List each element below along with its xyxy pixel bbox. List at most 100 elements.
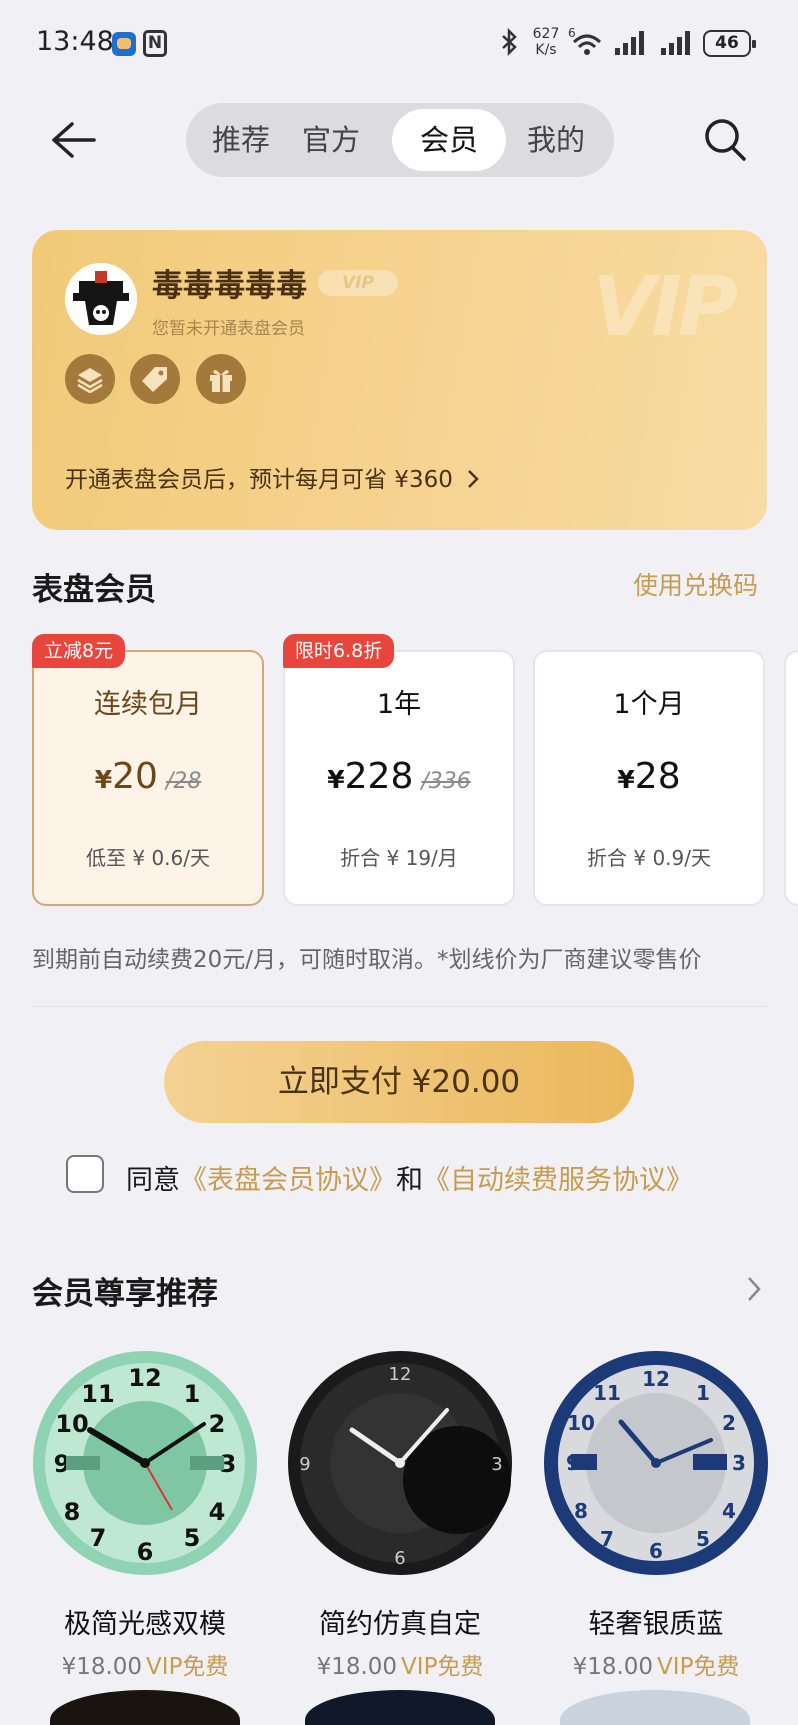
tab-official[interactable]: 官方 (286, 109, 376, 171)
plan-promo-badge: 限时6.8折 (283, 634, 395, 668)
watch-face-name: 简约仿真自定 (319, 1609, 481, 1640)
agreement-text: 同意《表盘会员协议》和《自动续费服务协议》 (126, 1158, 693, 1197)
svg-text:3: 3 (732, 1451, 746, 1475)
svg-text:6: 6 (568, 26, 576, 40)
category-tabs: 推荐 官方 会员 我的 (186, 103, 614, 177)
watch-face-item[interactable]: 12 3 6 9 1 2 11 10 4578 极简光感双模 ¥18.00 VIP免费 (32, 1350, 258, 1681)
chevron-right-icon[interactable] (745, 1274, 763, 1304)
svg-text:1: 1 (184, 1380, 201, 1408)
divider (32, 1006, 767, 1007)
svg-text:12: 12 (128, 1364, 161, 1392)
wifi-icon: 6 (568, 26, 606, 62)
agreement-conjunction: 和 (396, 1165, 423, 1196)
svg-text:7: 7 (90, 1524, 107, 1552)
watch-face-item-partial[interactable] (305, 1690, 495, 1725)
watch-face-item-partial[interactable] (50, 1690, 240, 1725)
network-speed-unit: K/s (535, 42, 557, 58)
svg-text:12: 12 (642, 1367, 670, 1391)
tag-icon[interactable] (130, 354, 180, 404)
savings-text: 开通表盘会员后，预计每月可省 ¥360 (65, 467, 453, 493)
network-speed-value: 627 (532, 26, 560, 42)
svg-text:9: 9 (299, 1454, 310, 1475)
plan-price: ¥20/28 (34, 756, 262, 797)
svg-text:2: 2 (722, 1411, 736, 1435)
watch-face-preview: 12369 121110 4578 (544, 1351, 768, 1575)
plan-name: 连续包月 (94, 689, 202, 720)
svg-text:8: 8 (574, 1499, 588, 1523)
back-arrow-icon[interactable] (48, 112, 98, 168)
watch-face-preview: 12369 121110 4578 (33, 1351, 257, 1575)
plan-price: ¥28 (535, 756, 763, 797)
svg-text:11: 11 (593, 1381, 621, 1405)
watch-face-price: ¥18.00 VIP免费 (287, 1647, 513, 1681)
search-icon[interactable] (700, 114, 750, 166)
gift-icon[interactable] (196, 354, 246, 404)
savings-link[interactable]: 开通表盘会员后，预计每月可省 ¥360 (65, 460, 480, 494)
username: 毒毒毒毒毒 (152, 268, 307, 304)
tab-recommended[interactable]: 推荐 (196, 109, 286, 171)
plan-card-yearly[interactable]: 限时6.8折 1年 ¥228/336 折合 ¥ 19/月 (283, 634, 515, 906)
price-value: ¥18.00 (61, 1654, 143, 1680)
tab-membership[interactable]: 会员 (392, 109, 506, 171)
svg-text:12: 12 (389, 1364, 412, 1385)
plan-price-value: 228 (344, 756, 414, 797)
watch-face-name: 轻奢银质蓝 (588, 1609, 724, 1640)
layers-icon[interactable] (65, 354, 115, 404)
chevron-right-icon (468, 470, 479, 488)
svg-text:7: 7 (600, 1527, 614, 1551)
signal-icon (660, 30, 694, 60)
svg-text:4: 4 (722, 1499, 736, 1523)
plan-original-price: /336 (421, 769, 471, 794)
plan-card-monthly-auto[interactable]: 立减8元 连续包月 ¥20/28 低至 ¥ 0.6/天 (32, 634, 264, 906)
currency-symbol: ¥ (617, 765, 635, 794)
pay-now-button[interactable]: 立即支付 ¥20.00 (164, 1041, 634, 1123)
watch-face-item[interactable]: 12 3 6 9 简约仿真自定 ¥18.00 VIP免费 (287, 1350, 513, 1681)
currency-symbol: ¥ (94, 765, 113, 794)
plan-original-price: /28 (165, 769, 202, 794)
avatar[interactable] (65, 263, 137, 335)
agreement-checkbox[interactable] (66, 1155, 104, 1193)
svg-text:1: 1 (696, 1381, 710, 1405)
membership-section-title: 表盘会员 (32, 572, 156, 608)
svg-text:5: 5 (184, 1524, 201, 1552)
status-time: 13:48 (36, 26, 114, 57)
battery-indicator: 46 (703, 30, 756, 57)
watch-face-item[interactable]: 12369 121110 4578 轻奢银质蓝 ¥18.00VIP免费 (543, 1350, 769, 1681)
svg-text:6: 6 (137, 1538, 154, 1566)
signal-icon (614, 30, 648, 60)
network-speed: 627 K/s (529, 26, 563, 58)
svg-text:10: 10 (567, 1411, 595, 1435)
plan-card-partial[interactable] (784, 650, 798, 906)
plan-card-one-month[interactable]: 1个月 ¥28 折合 ¥ 0.9/天 (533, 650, 765, 906)
nfc-icon: N (143, 30, 167, 57)
membership-agreement-link[interactable]: 《表盘会员协议》 (180, 1165, 396, 1196)
recommend-section-title: 会员尊享推荐 (32, 1276, 218, 1312)
svg-text:5: 5 (696, 1527, 710, 1551)
plan-name: 1个月 (613, 689, 685, 720)
vip-free-label: VIP免费 (146, 1654, 229, 1680)
vip-watermark: VIP (592, 260, 738, 355)
svg-text:8: 8 (64, 1498, 81, 1526)
plan-price-value: 20 (112, 756, 158, 797)
bluetooth-icon (500, 27, 520, 63)
tab-mine[interactable]: 我的 (506, 109, 606, 171)
watch-face-price: ¥18.00 VIP免费 (32, 1647, 258, 1681)
watch-face-item-partial[interactable] (560, 1690, 750, 1725)
svg-text:6: 6 (649, 1539, 663, 1563)
vip-status-card: VIP 毒毒毒毒毒 VIP 您暂未开通表盘会员 开通表盘会员后，预计每月可省 ¥… (32, 230, 767, 530)
svg-text:10: 10 (55, 1410, 88, 1438)
watch-face-preview: 12 3 6 9 (288, 1351, 512, 1575)
app-notification-icon (112, 32, 136, 56)
currency-symbol: ¥ (327, 765, 345, 794)
redeem-code-link[interactable]: 使用兑换码 (633, 566, 758, 602)
vip-level-badge: VIP (318, 270, 398, 296)
plan-unit-price: 低至 ¥ 0.6/天 (86, 846, 210, 870)
agreement-prefix: 同意 (126, 1165, 180, 1196)
plan-price-value: 28 (634, 756, 681, 797)
price-value: ¥18.00 (316, 1654, 398, 1680)
auto-renew-note: 到期前自动续费20元/月，可随时取消。*划线价为厂商建议零售价 (32, 947, 702, 973)
vip-free-label: VIP免费 (657, 1654, 740, 1680)
watch-face-price: ¥18.00 VIP免费 (543, 1647, 769, 1681)
svg-text:4: 4 (209, 1498, 226, 1526)
auto-renew-agreement-link[interactable]: 《自动续费服务协议》 (423, 1165, 693, 1196)
